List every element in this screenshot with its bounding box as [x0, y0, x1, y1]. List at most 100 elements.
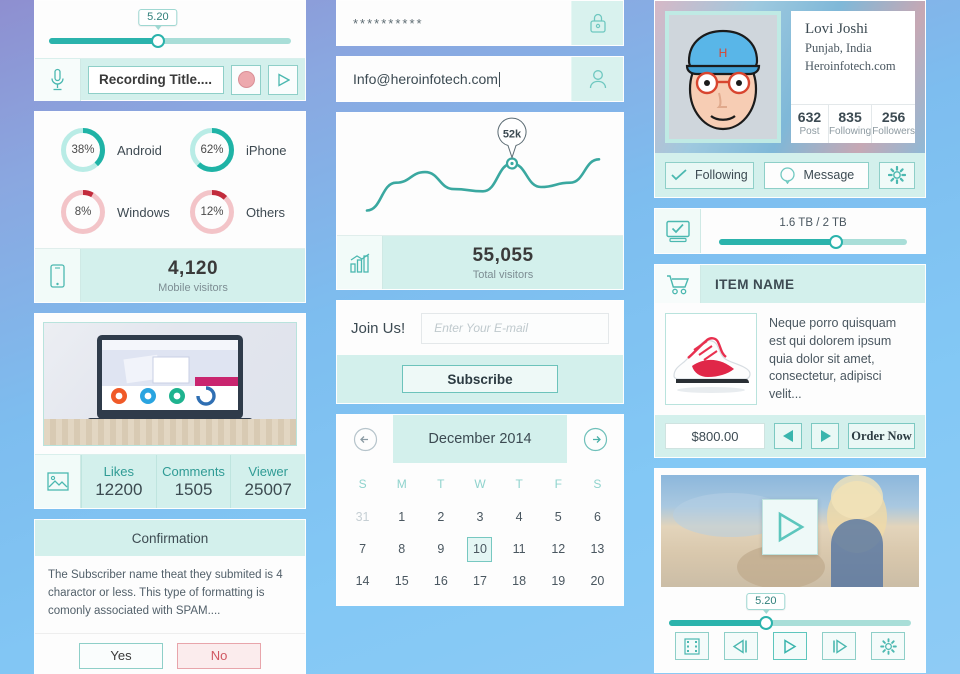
engagement-stat-cell: Viewer 25007: [230, 455, 305, 508]
storage-slider-knob[interactable]: [828, 235, 843, 249]
play-button[interactable]: [268, 64, 298, 95]
monitor-check-icon: [655, 209, 701, 253]
calendar-day[interactable]: 9: [421, 533, 460, 565]
calendar-prev-button[interactable]: [337, 415, 393, 463]
calendar-dow: T: [437, 477, 445, 491]
total-visitors-value: 55,055: [472, 244, 534, 266]
calendar-selected-day[interactable]: 10: [467, 536, 493, 562]
triangle-right-icon: [820, 430, 831, 442]
video-preview[interactable]: [661, 475, 919, 587]
product-header: ITEM NAME: [655, 265, 925, 303]
calendar-day[interactable]: 20: [578, 565, 617, 597]
step-backward-icon: [733, 638, 748, 654]
step-forward-icon: [832, 638, 847, 654]
order-now-button[interactable]: Order Now: [848, 423, 915, 449]
middle-column: ********** Info@heroinfotech.com 52k 55,…: [336, 0, 624, 674]
video-controls: [661, 626, 919, 666]
video-film-button[interactable]: [674, 632, 709, 660]
subscribe-button[interactable]: Subscribe: [402, 365, 558, 393]
confirmation-dialog: Confirmation The Subscriber name theat t…: [34, 519, 306, 674]
text-caret: [498, 71, 500, 87]
calendar-day[interactable]: 7: [343, 533, 382, 565]
message-button[interactable]: Message: [763, 161, 869, 189]
confirm-yes-button[interactable]: Yes: [79, 642, 163, 669]
profile-settings-button[interactable]: [879, 161, 915, 189]
calendar-month-label: December 2014: [393, 415, 567, 463]
recorder-slider-fill: [49, 38, 158, 44]
visitors-line-chart: 52k: [337, 113, 623, 235]
profile-actions: Following Message: [655, 153, 925, 197]
platform-stats-card: 38% Android 62% iPhone 8% Windows 12% Others 4,…: [34, 111, 306, 303]
product-title: ITEM NAME: [701, 265, 925, 303]
calendar-day[interactable]: 6: [578, 501, 617, 533]
arrow-left-circle-icon: [353, 427, 377, 451]
recording-title-input[interactable]: Recording Title....: [88, 65, 224, 94]
following-button[interactable]: Following: [665, 161, 754, 189]
calendar-day[interactable]: 3: [460, 501, 499, 533]
calendar-day[interactable]: 18: [500, 565, 539, 597]
video-slider-knob[interactable]: [758, 616, 773, 630]
email-field-card: Info@heroinfotech.com: [336, 56, 624, 102]
calendar-day[interactable]: 10: [460, 533, 499, 565]
calendar-day[interactable]: 31: [343, 501, 382, 533]
product-price: $800.00: [665, 423, 765, 449]
calendar-day[interactable]: 16: [421, 565, 460, 597]
shopping-cart-icon: [655, 265, 701, 303]
password-input[interactable]: **********: [337, 1, 571, 45]
donut-chart: 8%: [59, 188, 107, 236]
video-step-back-button[interactable]: [723, 632, 758, 660]
video-play-overlay-button[interactable]: [762, 498, 818, 555]
microphone-icon[interactable]: [35, 58, 81, 101]
product-prev-button[interactable]: [774, 423, 802, 449]
calendar-day[interactable]: 15: [382, 565, 421, 597]
calendar-day[interactable]: 1: [382, 501, 421, 533]
calendar-day[interactable]: 19: [539, 565, 578, 597]
storage-card: 1.6 TB / 2 TB: [654, 208, 926, 254]
email-input[interactable]: Info@heroinfotech.com: [337, 57, 571, 101]
total-visitors-stat: 55,055 Total visitors: [383, 236, 623, 289]
video-settings-button[interactable]: [871, 632, 906, 660]
calendar-day[interactable]: 17: [460, 565, 499, 597]
calendar-day[interactable]: 14: [343, 565, 382, 597]
calendar-day[interactable]: 4: [500, 501, 539, 533]
calendar-day[interactable]: 5: [539, 501, 578, 533]
video-play-button[interactable]: [772, 632, 807, 660]
calendar-day[interactable]: 12: [539, 533, 578, 565]
engagement-stat-value: 25007: [244, 479, 292, 499]
video-player-card: 5.20: [654, 468, 926, 673]
donut-percent: 12%: [200, 206, 224, 218]
video-slider-track[interactable]: [669, 616, 911, 630]
profile-name: Lovi Joshi: [805, 21, 868, 37]
storage-slider-track[interactable]: [719, 235, 907, 249]
recorder-controls-row: Recording Title....: [35, 58, 305, 101]
message-button-label: Message: [803, 168, 855, 182]
newsletter-email-input[interactable]: Enter Your E-mail: [421, 312, 609, 344]
engagement-stat-cell: Comments 1505: [155, 455, 231, 508]
play-triangle-icon: [784, 638, 797, 654]
calendar-day[interactable]: 13: [578, 533, 617, 565]
product-next-button[interactable]: [811, 423, 839, 449]
video-step-forward-button[interactable]: [822, 632, 857, 660]
arrow-right-circle-icon: [583, 427, 607, 451]
lock-icon: [571, 1, 623, 45]
left-column: 5.20 Recording Title.... 38% Android 62%…: [34, 0, 306, 674]
platform-item: 38% Android: [41, 126, 170, 174]
calendar-day[interactable]: 8: [382, 533, 421, 565]
calendar-day[interactable]: 2: [421, 501, 460, 533]
platform-label: Android: [117, 142, 162, 158]
record-button[interactable]: [231, 64, 261, 95]
donut-percent: 38%: [71, 144, 95, 156]
calendar-day[interactable]: 11: [500, 533, 539, 565]
recorder-slider-track[interactable]: [49, 34, 291, 48]
profile-stat: 835 Following: [827, 105, 871, 143]
picture-icon: [35, 455, 81, 508]
following-button-label: Following: [694, 168, 748, 182]
confirm-no-button[interactable]: No: [177, 642, 261, 669]
profile-stat-value: 256: [881, 109, 906, 125]
donut-chart: 12%: [188, 188, 236, 236]
profile-header: H Lovi Joshi Punjab, India Heroinfotech.…: [655, 1, 925, 153]
recorder-slider-knob[interactable]: [150, 34, 165, 48]
calendar-next-button[interactable]: [567, 415, 623, 463]
video-slider-value: 5.20: [746, 593, 786, 614]
photo-table-texture: [44, 419, 296, 445]
